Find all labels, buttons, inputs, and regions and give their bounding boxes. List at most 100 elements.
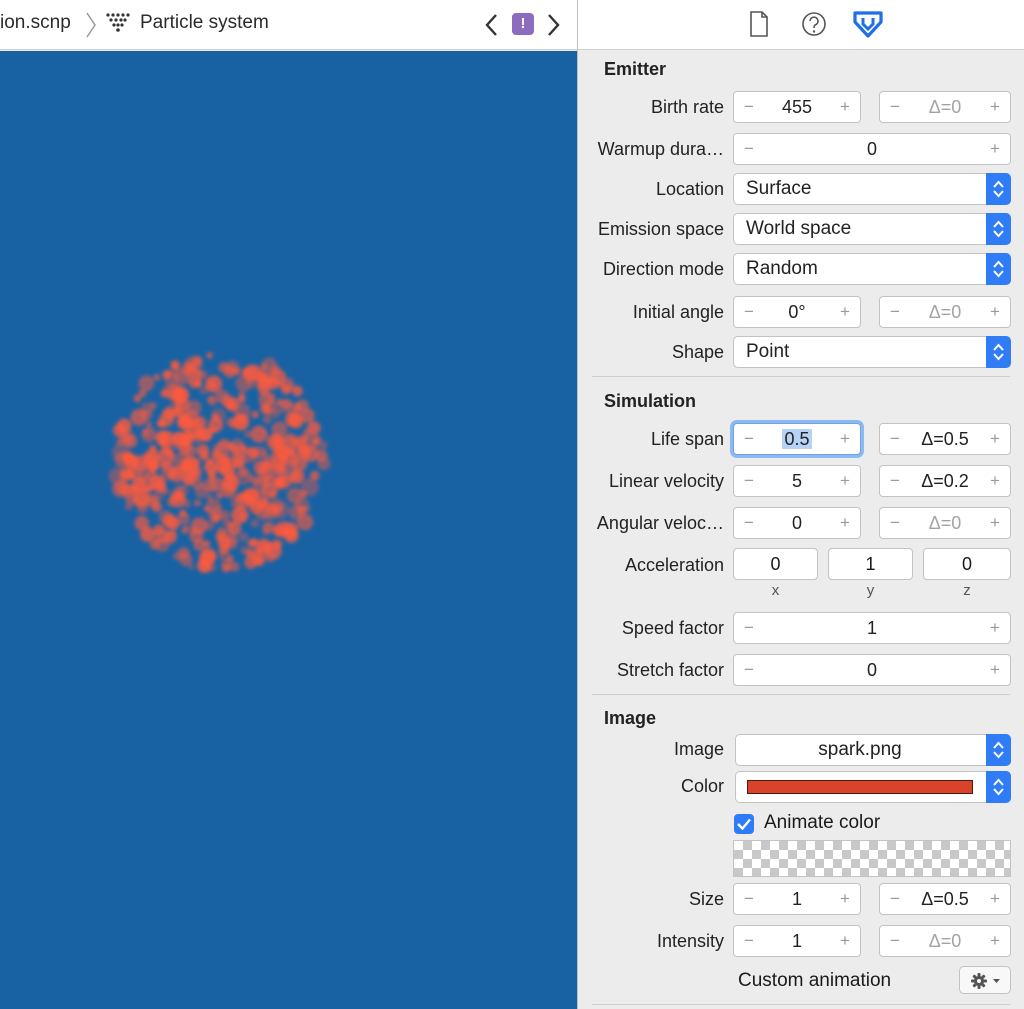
increment-icon[interactable]: + (984, 466, 1006, 496)
stretch-factor-value[interactable]: 0 (758, 655, 986, 685)
particle (141, 427, 157, 443)
shape-popup[interactable]: Point (733, 336, 1011, 368)
popup-arrows-icon (986, 336, 1011, 368)
particle (264, 400, 278, 414)
intensity-stepper[interactable]: − 1 + (733, 925, 861, 957)
intensity-value[interactable]: 1 (758, 926, 836, 956)
warmup-value[interactable]: 0 (758, 134, 986, 164)
decrement-icon[interactable]: − (738, 297, 760, 327)
decrement-icon[interactable]: − (738, 92, 760, 122)
scene-viewport[interactable] (0, 51, 577, 1009)
acceleration-x-field[interactable]: 0 (733, 548, 818, 580)
linear-velocity-stepper[interactable]: − 5 + (733, 465, 861, 497)
particle (232, 413, 250, 431)
increment-icon[interactable]: + (834, 424, 856, 454)
stretch-factor-stepper[interactable]: − 0 + (733, 654, 1011, 686)
birth-rate-delta[interactable]: Δ=0 (904, 92, 986, 122)
direction-mode-popup[interactable]: Random (733, 253, 1011, 285)
color-swatch[interactable] (747, 780, 973, 794)
particle (225, 554, 234, 563)
decrement-icon[interactable]: − (884, 884, 906, 914)
breadcrumb-node[interactable]: Particle system (140, 12, 269, 34)
attributes-inspector-icon[interactable] (852, 10, 884, 40)
linear-velocity-delta[interactable]: Δ=0.2 (904, 466, 986, 496)
acceleration-z-field[interactable]: 0 (923, 548, 1011, 580)
decrement-icon[interactable]: − (884, 926, 906, 956)
decrement-icon[interactable]: − (738, 466, 760, 496)
image-popup[interactable]: spark.png (735, 734, 1011, 766)
decrement-icon[interactable]: − (738, 508, 760, 538)
increment-icon[interactable]: + (984, 655, 1006, 685)
particle (205, 499, 222, 516)
increment-icon[interactable]: + (984, 92, 1006, 122)
custom-animation-gear-button[interactable] (959, 966, 1011, 994)
linear-velocity-value[interactable]: 5 (758, 466, 836, 496)
life-span-value[interactable]: 0.5 (758, 424, 836, 454)
particle (244, 430, 252, 438)
increment-icon[interactable]: + (984, 134, 1006, 164)
increment-icon[interactable]: + (984, 297, 1006, 327)
increment-icon[interactable]: + (984, 424, 1006, 454)
warmup-stepper[interactable]: − 0 + (733, 133, 1011, 165)
increment-icon[interactable]: + (834, 92, 856, 122)
location-popup[interactable]: Surface (733, 173, 1011, 205)
angular-velocity-delta[interactable]: Δ=0 (904, 508, 986, 538)
emission-space-popup[interactable]: World space (733, 213, 1011, 245)
birth-rate-value[interactable]: 455 (758, 92, 836, 122)
decrement-icon[interactable]: − (884, 466, 906, 496)
size-stepper[interactable]: − 1 + (733, 883, 861, 915)
angular-velocity-delta-stepper[interactable]: − Δ=0 + (879, 507, 1011, 539)
birth-rate-delta-stepper[interactable]: − Δ=0 + (879, 91, 1011, 123)
increment-icon[interactable]: + (834, 884, 856, 914)
life-span-delta[interactable]: Δ=0.5 (904, 424, 986, 454)
birth-rate-stepper[interactable]: − 455 + (733, 91, 861, 123)
popup-arrows-icon (986, 213, 1011, 245)
speed-factor-value[interactable]: 1 (758, 613, 986, 643)
decrement-icon[interactable]: − (738, 655, 760, 685)
acceleration-y-field[interactable]: 1 (828, 548, 913, 580)
size-delta[interactable]: Δ=0.5 (904, 884, 986, 914)
increment-icon[interactable]: + (834, 508, 856, 538)
intensity-delta[interactable]: Δ=0 (904, 926, 986, 956)
size-delta-stepper[interactable]: − Δ=0.5 + (879, 883, 1011, 915)
decrement-icon[interactable]: − (738, 424, 760, 454)
initial-angle-stepper[interactable]: − 0° + (733, 296, 861, 328)
animate-color-label[interactable]: Animate color (764, 812, 880, 834)
angular-velocity-stepper[interactable]: − 0 + (733, 507, 861, 539)
forward-chevron-icon[interactable] (545, 13, 561, 37)
decrement-icon[interactable]: − (738, 926, 760, 956)
speed-factor-stepper[interactable]: − 1 + (733, 612, 1011, 644)
increment-icon[interactable]: + (834, 926, 856, 956)
initial-angle-delta-stepper[interactable]: − Δ=0 + (879, 296, 1011, 328)
animate-color-checkbox[interactable] (734, 814, 754, 834)
increment-icon[interactable]: + (834, 297, 856, 327)
decrement-icon[interactable]: − (738, 884, 760, 914)
linear-velocity-delta-stepper[interactable]: − Δ=0.2 + (879, 465, 1011, 497)
decrement-icon[interactable]: − (738, 134, 760, 164)
decrement-icon[interactable]: − (884, 424, 906, 454)
initial-angle-delta[interactable]: Δ=0 (904, 297, 986, 327)
color-gradient-well[interactable] (733, 840, 1011, 877)
initial-angle-value[interactable]: 0° (758, 297, 836, 327)
increment-icon[interactable]: + (834, 466, 856, 496)
intensity-delta-stepper[interactable]: − Δ=0 + (879, 925, 1011, 957)
size-value[interactable]: 1 (758, 884, 836, 914)
increment-icon[interactable]: + (984, 926, 1006, 956)
angular-velocity-value[interactable]: 0 (758, 508, 836, 538)
decrement-icon[interactable]: − (884, 92, 906, 122)
quick-help-icon[interactable] (800, 10, 828, 38)
color-popup[interactable] (735, 771, 1011, 803)
increment-icon[interactable]: + (984, 884, 1006, 914)
decrement-icon[interactable]: − (884, 297, 906, 327)
back-chevron-icon[interactable] (484, 13, 500, 37)
file-inspector-icon[interactable] (748, 10, 770, 38)
decrement-icon[interactable]: − (884, 508, 906, 538)
life-span-delta-stepper[interactable]: − Δ=0.5 + (879, 423, 1011, 455)
increment-icon[interactable]: + (984, 508, 1006, 538)
breadcrumb-file[interactable]: ion.scnp (0, 12, 71, 34)
increment-icon[interactable]: + (984, 613, 1006, 643)
particle (134, 515, 150, 531)
issue-badge[interactable]: ! (512, 13, 534, 35)
decrement-icon[interactable]: − (738, 613, 760, 643)
life-span-stepper[interactable]: − 0.5 + (733, 423, 861, 455)
